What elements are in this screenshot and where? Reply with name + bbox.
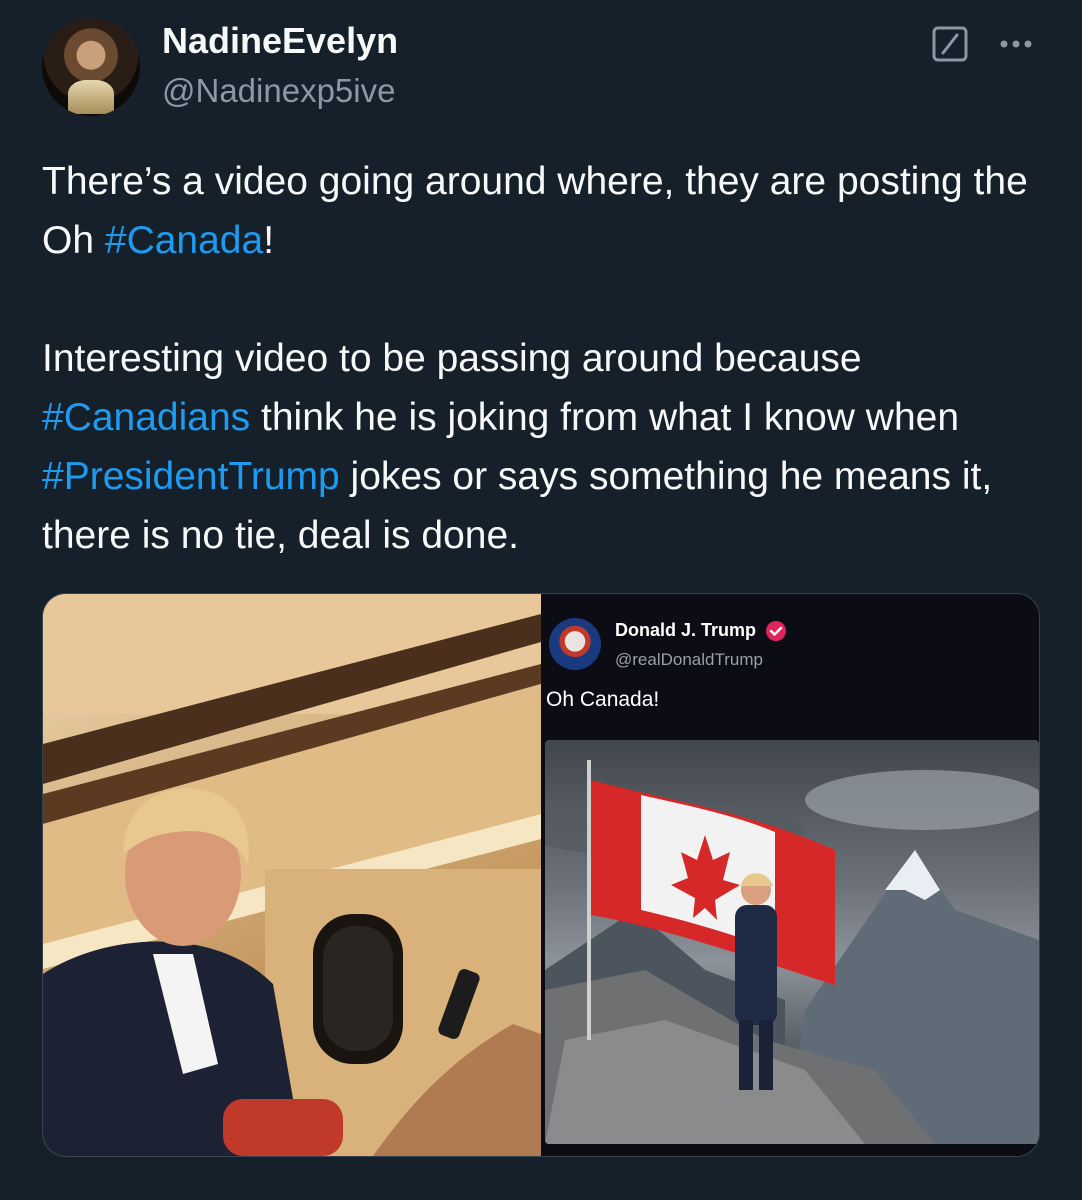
embedded-post-avatar <box>549 618 601 670</box>
verified-badge-icon <box>766 621 786 641</box>
grok-icon[interactable] <box>932 26 968 62</box>
tweet-text-segment: Interesting video to be passing around b… <box>42 337 862 380</box>
tweet-paragraph-1: There’s a video going around where, they… <box>42 152 1042 270</box>
tweet-paragraph-2: Interesting video to be passing around b… <box>42 329 1042 565</box>
author-handle[interactable]: @Nadinexp5ive <box>162 72 395 110</box>
author-display-name[interactable]: NadineEvelyn <box>162 20 398 62</box>
embedded-post-name: Donald J. Trump <box>615 620 757 640</box>
tweet-text: There’s a video going around where, they… <box>42 152 1042 565</box>
airplane-cabin-photo[interactable] <box>43 594 541 1156</box>
author-avatar[interactable] <box>42 18 140 116</box>
embedded-post-handle: @realDonaldTrump <box>615 650 763 669</box>
embedded-post-image <box>545 740 1039 1144</box>
tweet-media[interactable]: Donald J. Trump @realDonaldTrump Oh Cana… <box>42 593 1040 1157</box>
airplane-cabin-illustration <box>43 594 541 1156</box>
embedded-post-text: Oh Canada! <box>546 688 660 711</box>
canada-flag-mountain-illustration <box>545 760 1039 1144</box>
more-icon[interactable] <box>996 30 1036 58</box>
tweet-text-segment: ! <box>263 219 275 262</box>
embedded-post-screenshot[interactable]: Donald J. Trump @realDonaldTrump Oh Cana… <box>541 594 1039 1156</box>
avatar-armor-detail <box>68 80 114 114</box>
hashtag-president-trump[interactable]: #PresidentTrump <box>42 455 340 498</box>
tweet-text-segment: think he is joking from what I know when <box>250 396 960 439</box>
hashtag-canadians[interactable]: #Canadians <box>42 396 250 439</box>
hashtag-canada[interactable]: #Canada <box>105 219 263 262</box>
